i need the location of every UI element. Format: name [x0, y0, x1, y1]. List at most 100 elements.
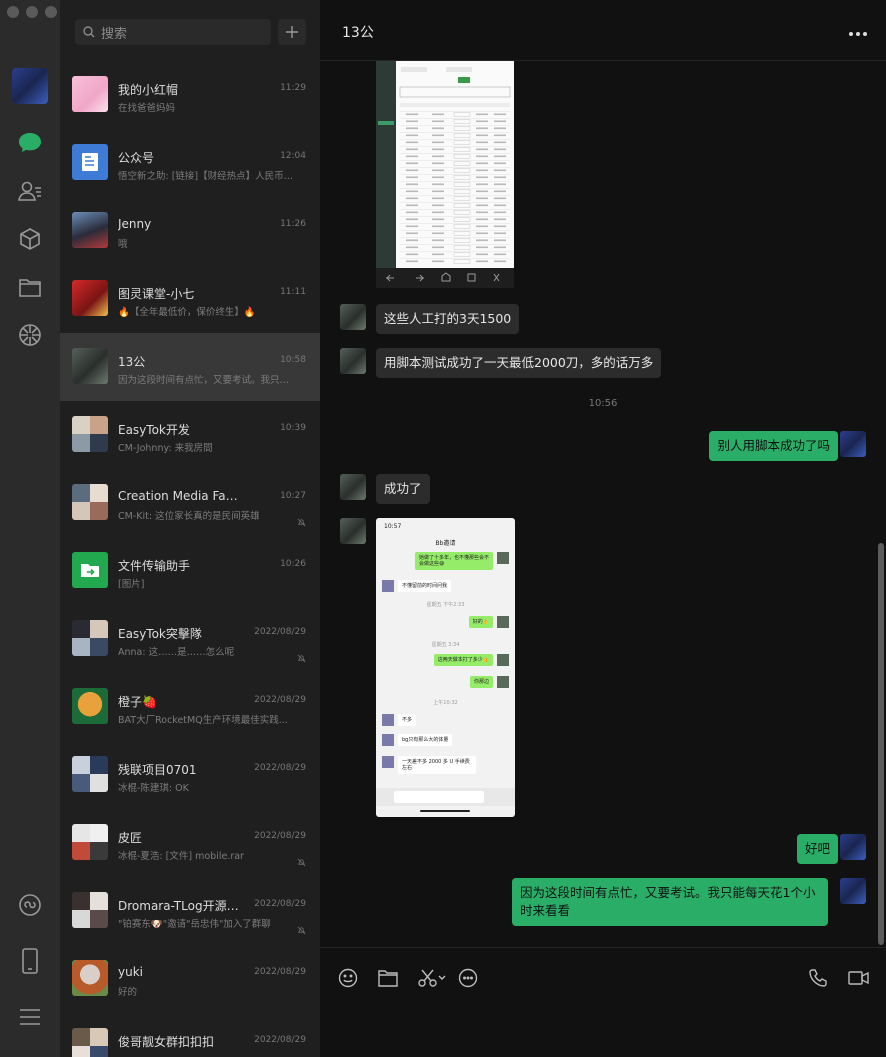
message-list: 这些人工打的3天1500 用脚本测试成功了一天最低2000刀，多的话万多 10:… [320, 61, 886, 947]
phone-chat-avatar [382, 714, 394, 726]
chat-item-time: 10:58 [280, 355, 306, 365]
my-avatar[interactable] [840, 834, 866, 860]
phone-chat-line: 好的👌 [468, 616, 493, 628]
chat-item-preview: CM-Johnny: 来我房間 [118, 443, 213, 454]
message-bubble-left: 用脚本测试成功了一天最低2000刀，多的话万多 [376, 348, 662, 378]
chat-item[interactable]: 皮匠 2022/08/29 冰棍-夏浩: [文件] mobile.rar [60, 809, 320, 877]
chat-item-preview: [图片] [118, 579, 145, 590]
chat-item[interactable]: EasyTok突擊隊 2022/08/29 Anna: 这……是……怎么呢 [60, 605, 320, 673]
chat-item-name: 皮匠 [118, 831, 143, 845]
chat-item-time: 2022/08/29 [254, 763, 306, 773]
chat-item-time: 2022/08/29 [254, 695, 306, 705]
avatar [72, 144, 108, 180]
input-area[interactable] [320, 947, 886, 1057]
contact-avatar[interactable] [340, 474, 366, 500]
chat-item[interactable]: EasyTok开发 10:39 CM-Johnny: 来我房間 [60, 401, 320, 469]
chat-item[interactable]: 俊哥靓女群扣扣扣 2022/08/29 [60, 1013, 320, 1057]
phone-chat-line: 不懂留前的时间问我 [398, 580, 452, 592]
chat-item[interactable]: 橙子🍓 2022/08/29 BAT大厂RocketMQ生产环境最佳实践... [60, 673, 320, 741]
search-input[interactable]: 搜索 [75, 19, 271, 45]
contact-avatar[interactable] [340, 518, 366, 544]
image-message[interactable] [376, 61, 514, 288]
phone-chat-avatar [497, 552, 509, 564]
minimize-window-button[interactable] [26, 6, 38, 18]
cube-icon[interactable] [15, 224, 45, 254]
chat-item-preview: CM-Kit: 这位家长真的是民间英雄 [118, 511, 260, 522]
folder-icon[interactable] [378, 968, 398, 988]
chat-item-name: 图灵课堂-小七 [118, 287, 195, 301]
chat-item[interactable]: yuki 2022/08/29 好的 [60, 945, 320, 1013]
mini-program-icon[interactable] [15, 890, 45, 920]
chat-item-name: Creation Media Family [118, 489, 248, 503]
chat-item-name: yuki [118, 965, 143, 979]
contact-avatar[interactable] [340, 304, 366, 330]
close-window-button[interactable] [7, 6, 19, 18]
message-bubble-right: 因为这段时间有点忙，又要考试。我只能每天花1个小时来看看 [512, 878, 828, 926]
chat-item-time: 2022/08/29 [254, 1035, 306, 1045]
folder-icon[interactable] [15, 272, 45, 302]
nav-rail [0, 0, 60, 1057]
avatar [72, 212, 108, 248]
chat-item-time: 2022/08/29 [254, 967, 306, 977]
window-controls [7, 6, 57, 18]
chat-item[interactable]: 公众号 12:04 悟空新之助: [链接]【财经热点】人民币四... [60, 129, 320, 197]
image-message[interactable]: 10:57 Bb邀请 她做了十多年，也不懂那些会不会做这些😅 不懂留前的时间问我星… [376, 518, 515, 817]
chat-item-active[interactable]: 13公 10:58 因为这段时间有点忙，又要考试。我只能每... [60, 333, 320, 401]
chat-item[interactable]: 残联项目0701 2022/08/29 冰棍-陈建琪: OK [60, 741, 320, 809]
chat-item-time: 11:26 [280, 219, 306, 229]
menu-icon[interactable] [15, 1002, 45, 1032]
voice-call-icon[interactable] [808, 968, 828, 988]
chat-item-preview: Anna: 这……是……怎么呢 [118, 647, 235, 658]
avatar [72, 756, 108, 792]
mute-icon [297, 512, 306, 531]
chat-item-preview: BAT大厂RocketMQ生产环境最佳实践... [118, 715, 288, 726]
chat-item-preview: 悟空新之助: [链接]【财经热点】人民币四... [118, 171, 298, 182]
scissors-icon[interactable] [418, 968, 446, 988]
chat-item-name: EasyTok突擊隊 [118, 627, 202, 641]
chat-item-time: 11:11 [280, 287, 306, 297]
phone-icon[interactable] [15, 946, 45, 976]
chat-item-time: 10:26 [280, 559, 306, 569]
video-call-icon[interactable] [848, 968, 870, 988]
search-icon [83, 26, 95, 38]
chat-item-time: 10:39 [280, 423, 306, 433]
chat-item[interactable]: 文件传输助手 10:26 [图片] [60, 537, 320, 605]
zoom-window-button[interactable] [45, 6, 57, 18]
my-avatar[interactable] [840, 878, 866, 904]
my-avatar[interactable] [840, 431, 866, 457]
avatar [72, 76, 108, 112]
chat-item[interactable]: 图灵课堂-小七 11:11 🔥【全年最低价，保价终生】🔥 [60, 265, 320, 333]
chat-item[interactable]: Jenny 11:26 哦 [60, 197, 320, 265]
emoji-icon[interactable] [338, 968, 358, 988]
chat-item-preview: 哦 [118, 239, 128, 250]
chat-header: 13公 [320, 0, 886, 61]
file-transfer-icon [81, 564, 99, 577]
message-bubble-left: 这些人工打的3天1500 [376, 304, 520, 334]
scrollbar[interactable] [878, 543, 884, 945]
more-options-icon[interactable] [848, 22, 868, 41]
avatar [72, 1028, 108, 1057]
contacts-icon[interactable] [15, 176, 45, 206]
wechat-window: 搜索 我的小红帽 11:29 在找爸爸妈妈 公众号 12:04 悟空新之助: [… [0, 0, 886, 1057]
search-placeholder: 搜索 [101, 26, 128, 42]
avatar[interactable] [12, 68, 48, 104]
chat-item-name: Dromara-TLog开源轻量... [118, 899, 248, 913]
chat-item-time: 2022/08/29 [254, 831, 306, 841]
chat-item-preview: 好的 [118, 987, 138, 998]
add-button[interactable] [278, 19, 306, 45]
chat-item[interactable]: Creation Media Family 10:27 CM-Kit: 这位家长… [60, 469, 320, 537]
phone-chat-line: 星期五 下午2:33 [426, 602, 465, 608]
chat-item[interactable]: 我的小红帽 11:29 在找爸爸妈妈 [60, 61, 320, 129]
phone-chat-line: 上午10:32 [433, 700, 458, 706]
avatar [72, 960, 108, 996]
chat-bubble-icon[interactable] [458, 968, 478, 988]
chat-item[interactable]: Dromara-TLog开源轻量... 2022/08/29 "铂赛东🐶"邀请"… [60, 877, 320, 945]
chat-item-name: 俊哥靓女群扣扣扣 [118, 1035, 215, 1049]
contact-avatar[interactable] [340, 348, 366, 374]
phone-chat-line: 你那边 [469, 676, 493, 688]
official-account-icon [82, 153, 98, 171]
timestamp: 10:56 [588, 398, 618, 409]
chat-icon[interactable] [15, 128, 45, 158]
chat-item-name: 文件传输助手 [118, 559, 191, 573]
moments-icon[interactable] [15, 320, 45, 350]
